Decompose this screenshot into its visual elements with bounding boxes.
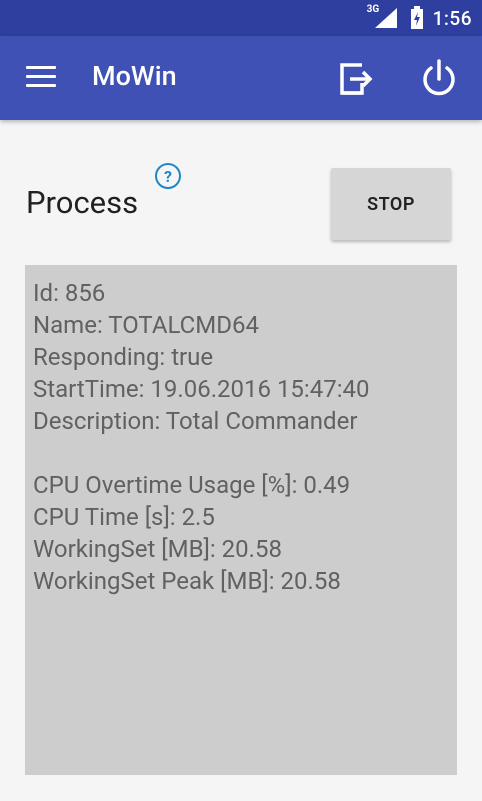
battery-icon (409, 6, 425, 30)
signal-icon: 3G (367, 4, 401, 30)
info-line-workingset: WorkingSet [MB]: 20.58 (33, 535, 282, 563)
app-title: MoWin (92, 60, 177, 92)
info-line-name: Name: TOTALCMD64 (33, 311, 259, 339)
network-type: 3G (366, 4, 380, 15)
info-line-cpu-time: CPU Time [s]: 2.5 (33, 503, 215, 531)
info-line-responding: Responding: true (33, 343, 214, 371)
info-line-description: Description: Total Commander (33, 407, 358, 435)
process-info-panel: Id: 856 Name: TOTALCMD64 Responding: tru… (25, 265, 457, 775)
exit-icon[interactable] (334, 57, 376, 99)
info-line-starttime: StartTime: 19.06.2016 15:47:40 (33, 375, 370, 403)
info-line-workingset-peak: WorkingSet Peak [MB]: 20.58 (33, 567, 341, 595)
help-icon[interactable]: ? (155, 163, 181, 189)
process-title: Process (26, 184, 139, 221)
app-bar: MoWin (0, 36, 482, 120)
info-line-id: Id: 856 (33, 279, 106, 307)
status-bar: 3G 1:56 (0, 0, 482, 36)
menu-icon[interactable] (26, 66, 58, 90)
stop-button[interactable]: STOP (331, 168, 451, 240)
info-line-cpu-overtime: CPU Overtime Usage [%]: 0.49 (33, 471, 351, 499)
clock: 1:56 (432, 6, 472, 30)
power-icon[interactable] (417, 57, 461, 101)
